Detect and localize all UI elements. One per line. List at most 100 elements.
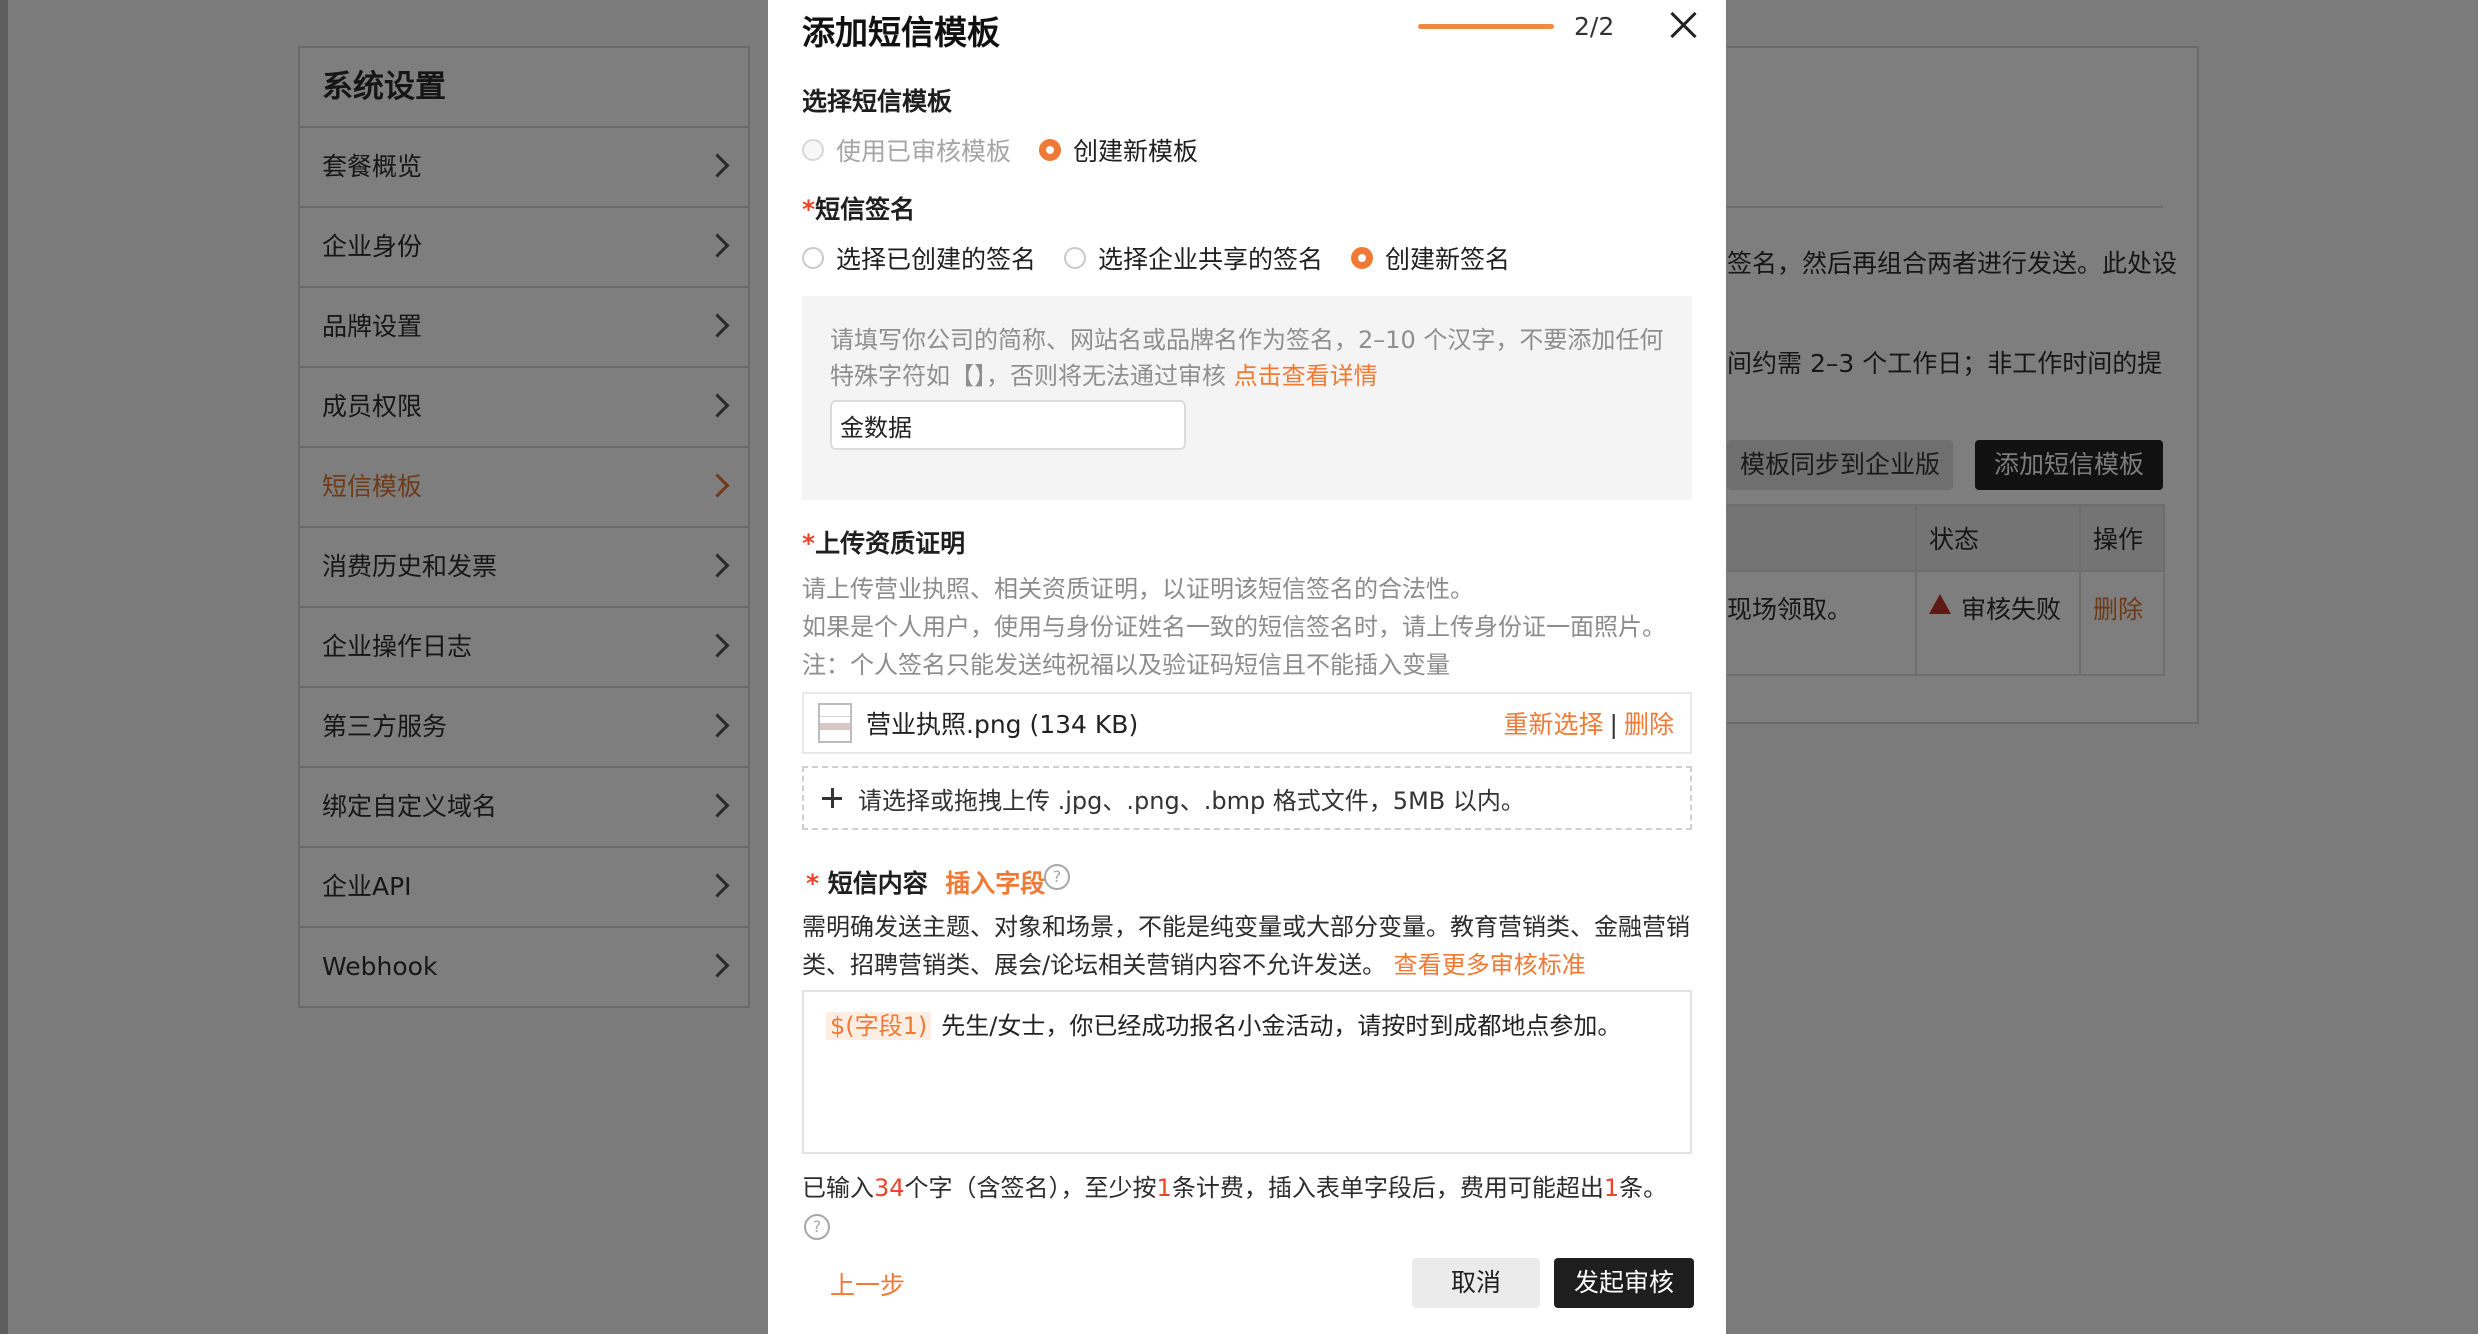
sidebar-item-custom-domain[interactable]: 绑定自定义域名 bbox=[300, 768, 748, 848]
step-indicator: 2/2 bbox=[1574, 12, 1615, 41]
help-icon[interactable]: ? bbox=[804, 1214, 830, 1240]
chevron-right-icon bbox=[705, 313, 730, 338]
sidebar-item-label: 第三方服务 bbox=[322, 712, 448, 741]
column-separator bbox=[1915, 506, 1917, 674]
file-name: 营业执照.png (134 KB) bbox=[866, 705, 1138, 741]
count-text: 条。 bbox=[1619, 1174, 1668, 1202]
radio-create-new-template[interactable]: 创建新模板 bbox=[1039, 132, 1198, 168]
radio-use-approved-template[interactable]: 使用已审核模板 bbox=[802, 132, 1011, 168]
table-header-status: 状态 bbox=[1929, 525, 1980, 554]
warning-icon bbox=[1929, 594, 1951, 614]
help-icon[interactable]: ? bbox=[1044, 864, 1070, 890]
sms-content-editor[interactable]: $(字段1) 先生/女士，你已经成功报名小金活动，请按时到成都地点参加。 bbox=[802, 990, 1692, 1154]
submit-review-button[interactable]: 发起审核 bbox=[1554, 1258, 1694, 1308]
radio-shared-signature[interactable]: 选择企业共享的签名 bbox=[1064, 240, 1323, 276]
label-text: 短信内容 bbox=[827, 869, 928, 898]
count-text: 已输入 bbox=[802, 1174, 874, 1202]
sidebar-item-label: 短信模板 bbox=[322, 472, 423, 501]
chevron-right-icon bbox=[705, 633, 730, 658]
insert-field-link[interactable]: 插入字段 bbox=[945, 869, 1045, 898]
action-separator: | bbox=[1609, 710, 1618, 739]
chevron-right-icon bbox=[705, 153, 730, 178]
sidebar-item-sms-templates[interactable]: 短信模板 bbox=[300, 448, 748, 528]
sidebar-item-label: Webhook bbox=[322, 952, 438, 981]
sidebar-item-member-permissions[interactable]: 成员权限 bbox=[300, 368, 748, 448]
sidebar-item-enterprise-api[interactable]: 企业API bbox=[300, 848, 748, 928]
chevron-right-icon bbox=[705, 713, 730, 738]
sidebar-item-operation-log[interactable]: 企业操作日志 bbox=[300, 608, 748, 688]
qualification-section-label: *上传资质证明 bbox=[802, 524, 965, 560]
sidebar-item-label: 企业身份 bbox=[322, 232, 423, 261]
sms-content-rules: 需明确发送主题、对象和场景，不能是纯变量或大部分变量。教育营销类、金融营销类、招… bbox=[802, 908, 1692, 984]
radio-label: 创建新签名 bbox=[1385, 245, 1511, 274]
required-asterisk: * bbox=[806, 869, 828, 898]
delete-file-link[interactable]: 删除 bbox=[1624, 710, 1674, 739]
sidebar-item-label: 套餐概览 bbox=[322, 152, 423, 181]
settings-sidebar: 系统设置 套餐概览 企业身份 品牌设置 成员权限 短信模板 消费历史和发票 企业… bbox=[298, 46, 750, 1008]
step-progress-bar bbox=[1418, 24, 1554, 29]
radio-label: 创建新模板 bbox=[1073, 137, 1199, 166]
modal-title: 添加短信模板 bbox=[802, 13, 1000, 52]
upload-hint: 请选择或拖拽上传 .jpg、.png、.bmp 格式文件，5MB 以内。 bbox=[858, 786, 1525, 815]
sms-message-text: 先生/女士，你已经成功报名小金活动，请按时到成都地点参加。 bbox=[941, 1012, 1622, 1040]
sidebar-item-billing-history[interactable]: 消费历史和发票 bbox=[300, 528, 748, 608]
template-radio-group: 使用已审核模板 创建新模板 bbox=[802, 132, 1226, 168]
add-sms-template-button[interactable]: 添加短信模板 bbox=[1975, 440, 2163, 490]
sidebar-item-webhook[interactable]: Webhook bbox=[300, 928, 748, 1006]
status-badge: 审核失败 bbox=[1961, 595, 2062, 624]
image-file-icon bbox=[818, 703, 852, 743]
radio-checked-icon bbox=[1351, 247, 1374, 269]
plus-icon bbox=[822, 788, 842, 808]
sidebar-item-label: 企业API bbox=[322, 872, 412, 901]
file-upload-dropzone[interactable]: 请选择或拖拽上传 .jpg、.png、.bmp 格式文件，5MB 以内。 bbox=[802, 766, 1692, 830]
sidebar-item-label: 绑定自定义域名 bbox=[322, 792, 498, 821]
column-separator bbox=[2079, 506, 2081, 674]
sync-to-enterprise-button[interactable]: 模板同步到企业版 bbox=[1727, 440, 1953, 490]
inserted-field-chip[interactable]: $(字段1) bbox=[826, 1012, 932, 1040]
template-section-label: 选择短信模板 bbox=[802, 87, 953, 116]
required-asterisk: * bbox=[802, 195, 816, 224]
table-cell-content: 现场领取。 bbox=[1727, 595, 1853, 624]
close-icon[interactable] bbox=[1666, 8, 1700, 42]
cancel-button[interactable]: 取消 bbox=[1412, 1258, 1540, 1308]
sidebar-item-enterprise-identity[interactable]: 企业身份 bbox=[300, 208, 748, 288]
uploaded-file-row: 营业执照.png (134 KB) 重新选择 | 删除 bbox=[802, 692, 1692, 754]
sidebar-item-label: 成员权限 bbox=[322, 392, 423, 421]
count-text: 条计费，插入表单字段后，费用可能超出 bbox=[1171, 1174, 1604, 1202]
signature-input[interactable] bbox=[830, 400, 1186, 450]
add-sms-template-modal: 添加短信模板 2/2 选择短信模板 使用已审核模板 创建新模板 *短信签名 选择… bbox=[768, 0, 1726, 1334]
label-text: 短信签名 bbox=[815, 195, 916, 224]
radio-label: 选择已创建的签名 bbox=[836, 245, 1037, 274]
chevron-right-icon bbox=[705, 873, 730, 898]
reselect-file-link[interactable]: 重新选择 bbox=[1504, 710, 1604, 739]
delete-template-link[interactable]: 删除 bbox=[2093, 590, 2143, 626]
background-description-line: 签名，然后再组合两者进行发送。此处设 bbox=[1727, 249, 2178, 278]
sms-content-section-label: * 短信内容 插入字段 bbox=[806, 864, 1045, 900]
review-standards-link[interactable]: 查看更多审核标准 bbox=[1394, 951, 1586, 979]
divider bbox=[1727, 206, 2163, 208]
max-sms-count: 1 bbox=[1603, 1174, 1620, 1202]
signature-input-panel: 请填写你公司的简称、网站名或品牌名作为签名，2–10 个汉字，不要添加任何特殊字… bbox=[802, 296, 1692, 500]
radio-existing-signature[interactable]: 选择已创建的签名 bbox=[802, 240, 1036, 276]
previous-step-link[interactable]: 上一步 bbox=[830, 1266, 905, 1302]
view-details-link[interactable]: 点击查看详情 bbox=[1234, 362, 1378, 390]
min-sms-count: 1 bbox=[1156, 1174, 1172, 1202]
count-text: 个字（含签名），至少按 bbox=[904, 1174, 1157, 1202]
sidebar-item-label: 企业操作日志 bbox=[322, 632, 473, 661]
radio-label: 选择企业共享的签名 bbox=[1098, 245, 1324, 274]
file-name-text: 营业执照.png bbox=[866, 710, 1022, 739]
radio-circle-icon bbox=[802, 139, 824, 161]
required-asterisk: * bbox=[802, 529, 816, 558]
sidebar-item-plan-overview[interactable]: 套餐概览 bbox=[300, 128, 748, 208]
signature-section-label: *短信签名 bbox=[802, 190, 915, 226]
qualification-desc: 如果是个人用户，使用与身份证姓名一致的短信签名时，请上传身份证一面照片。 bbox=[802, 613, 1666, 641]
label-text: 上传资质证明 bbox=[815, 529, 966, 558]
file-size: (134 KB) bbox=[1029, 710, 1139, 739]
sidebar-title: 系统设置 bbox=[300, 48, 748, 128]
sidebar-item-third-party[interactable]: 第三方服务 bbox=[300, 688, 748, 768]
sidebar-item-label: 品牌设置 bbox=[322, 312, 423, 341]
radio-new-signature[interactable]: 创建新签名 bbox=[1351, 240, 1510, 276]
qualification-note: 注：个人签名只能发送纯祝福以及验证码短信且不能插入变量 bbox=[802, 651, 1450, 679]
signature-radio-group: 选择已创建的签名 选择企业共享的签名 创建新签名 bbox=[802, 240, 1538, 276]
sidebar-item-brand-settings[interactable]: 品牌设置 bbox=[300, 288, 748, 368]
